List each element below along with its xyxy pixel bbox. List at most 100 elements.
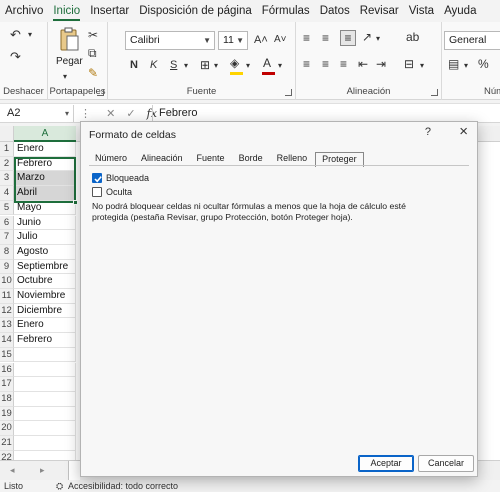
select-all-corner[interactable] bbox=[0, 126, 14, 142]
undo-icon[interactable]: ↶ bbox=[10, 28, 21, 42]
row-header[interactable]: 8 bbox=[0, 244, 14, 260]
undo-dropdown-icon[interactable]: ▾ bbox=[28, 28, 32, 42]
hidden-checkbox[interactable] bbox=[92, 187, 102, 197]
orientation-dropdown-icon[interactable]: ▾ bbox=[376, 32, 380, 46]
font-size-select[interactable]: 11 ▼ bbox=[218, 31, 248, 50]
row-header[interactable]: 17 bbox=[0, 377, 14, 392]
ok-button[interactable]: Aceptar bbox=[358, 455, 414, 472]
tab-alineacion[interactable]: Alineación bbox=[135, 152, 189, 166]
scroll-right-icon[interactable]: ▸ bbox=[40, 465, 45, 476]
tab-fuente[interactable]: Fuente bbox=[191, 152, 231, 166]
redo-icon[interactable]: ↷ bbox=[10, 50, 21, 64]
menu-insertar[interactable]: Insertar bbox=[85, 0, 134, 22]
merge-center-icon[interactable]: ⊟ bbox=[404, 57, 414, 71]
row-header[interactable]: 21 bbox=[0, 436, 14, 451]
decrease-font-icon[interactable]: A˅ bbox=[274, 33, 287, 47]
decrease-indent-icon[interactable]: ⇤ bbox=[358, 57, 368, 71]
cancel-button[interactable]: Cancelar bbox=[418, 455, 474, 472]
menu-inicio[interactable]: Inicio bbox=[48, 0, 85, 22]
copy-icon[interactable]: ⧉ bbox=[88, 46, 97, 60]
row-header[interactable]: 16 bbox=[0, 362, 14, 378]
confirm-entry-icon[interactable]: ✓ bbox=[126, 108, 135, 120]
accessibility-status[interactable]: Accesibilidad: todo correcto bbox=[68, 480, 178, 492]
row-header[interactable]: 13 bbox=[0, 318, 14, 334]
formula-input[interactable]: Febrero bbox=[152, 105, 500, 122]
sheet-tab[interactable] bbox=[68, 461, 80, 481]
align-top-icon[interactable]: ≡ bbox=[303, 31, 310, 45]
cell-a6[interactable]: Junio bbox=[14, 215, 76, 231]
menu-revisar[interactable]: Revisar bbox=[355, 0, 404, 22]
menu-archivo[interactable]: Archivo bbox=[0, 0, 48, 22]
align-middle-icon[interactable]: ≡ bbox=[322, 31, 329, 45]
cell-a8[interactable]: Agosto bbox=[14, 244, 76, 260]
menu-disposicion[interactable]: Disposición de página bbox=[134, 0, 257, 22]
cell-a7[interactable]: Julio bbox=[14, 230, 76, 245]
align-right-icon[interactable]: ≡ bbox=[340, 57, 347, 71]
name-box[interactable]: A2 ▾ bbox=[2, 105, 74, 122]
font-color-icon[interactable]: A bbox=[263, 56, 271, 70]
row-header[interactable]: 4 bbox=[0, 186, 14, 201]
tab-borde[interactable]: Borde bbox=[233, 152, 269, 166]
row-header[interactable]: 6 bbox=[0, 215, 14, 231]
row-header[interactable]: 3 bbox=[0, 171, 14, 187]
underline-button[interactable]: S bbox=[170, 58, 177, 72]
font-name-select[interactable]: Calibri ▼ bbox=[125, 31, 215, 50]
cell-a9[interactable]: Septiembre bbox=[14, 259, 76, 275]
cell-a19[interactable] bbox=[14, 406, 76, 422]
increase-font-icon[interactable]: A˄ bbox=[254, 33, 268, 47]
cell-a21[interactable] bbox=[14, 436, 76, 451]
cell-a18[interactable] bbox=[14, 391, 76, 407]
tab-numero[interactable]: Número bbox=[89, 152, 133, 166]
align-bottom-icon[interactable]: ≡ bbox=[340, 30, 356, 46]
merge-dropdown-icon[interactable]: ▾ bbox=[420, 59, 424, 73]
cell-a5[interactable]: Mayo bbox=[14, 200, 76, 216]
accessibility-icon[interactable]: ⛭ bbox=[56, 480, 63, 492]
cell-a2[interactable]: Febrero bbox=[14, 156, 76, 172]
align-center-icon[interactable]: ≡ bbox=[322, 57, 329, 71]
align-left-icon[interactable]: ≡ bbox=[303, 57, 310, 71]
cell-a10[interactable]: Octubre bbox=[14, 274, 76, 289]
cell-a15[interactable] bbox=[14, 347, 76, 363]
cell-a14[interactable]: Febrero bbox=[14, 333, 76, 348]
cell-a3[interactable]: Marzo bbox=[14, 171, 76, 187]
number-format-select[interactable]: General bbox=[444, 31, 500, 50]
menu-ayuda[interactable]: Ayuda bbox=[439, 0, 481, 22]
tab-relleno[interactable]: Relleno bbox=[271, 152, 314, 166]
row-header[interactable]: 1 bbox=[0, 142, 14, 157]
increase-indent-icon[interactable]: ⇥ bbox=[376, 57, 386, 71]
currency-dropdown-icon[interactable]: ▾ bbox=[464, 59, 468, 73]
row-header[interactable]: 9 bbox=[0, 259, 14, 275]
borders-dropdown-icon[interactable]: ▾ bbox=[214, 59, 218, 73]
paste-button-label[interactable]: Pegar bbox=[56, 56, 83, 67]
bold-button[interactable]: N bbox=[130, 58, 138, 72]
menu-datos[interactable]: Datos bbox=[315, 0, 355, 22]
fill-color-icon[interactable]: ◈ bbox=[230, 56, 239, 70]
fill-color-dropdown-icon[interactable]: ▾ bbox=[246, 59, 250, 73]
column-header-a[interactable]: A bbox=[14, 126, 76, 142]
paste-dropdown-icon[interactable]: ▾ bbox=[63, 70, 67, 84]
row-header[interactable]: 20 bbox=[0, 421, 14, 436]
font-launcher-icon[interactable] bbox=[285, 89, 292, 96]
row-header[interactable]: 2 bbox=[0, 156, 14, 172]
cell-a12[interactable]: Diciembre bbox=[14, 303, 76, 319]
cell-a20[interactable] bbox=[14, 421, 76, 436]
close-icon[interactable]: × bbox=[459, 124, 468, 140]
wrap-text-icon[interactable]: ab bbox=[406, 30, 419, 44]
chevron-down-icon[interactable]: ▾ bbox=[65, 105, 69, 122]
font-color-dropdown-icon[interactable]: ▾ bbox=[278, 59, 282, 73]
row-header[interactable]: 10 bbox=[0, 274, 14, 289]
row-header[interactable]: 14 bbox=[0, 333, 14, 348]
cell-a13[interactable]: Enero bbox=[14, 318, 76, 334]
orientation-icon[interactable]: ↗ bbox=[362, 30, 372, 44]
cancel-entry-icon[interactable]: ✕ bbox=[106, 108, 115, 120]
format-painter-icon[interactable]: ✎ bbox=[88, 66, 98, 80]
help-button[interactable]: ? bbox=[425, 126, 431, 138]
clipboard-launcher-icon[interactable] bbox=[97, 89, 104, 96]
row-header[interactable]: 11 bbox=[0, 289, 14, 304]
currency-icon[interactable]: ▤ bbox=[448, 57, 459, 71]
italic-button[interactable]: K bbox=[150, 58, 157, 72]
row-header[interactable]: 7 bbox=[0, 230, 14, 245]
row-header[interactable]: 12 bbox=[0, 303, 14, 319]
row-header[interactable]: 15 bbox=[0, 347, 14, 363]
row-header[interactable]: 5 bbox=[0, 200, 14, 216]
